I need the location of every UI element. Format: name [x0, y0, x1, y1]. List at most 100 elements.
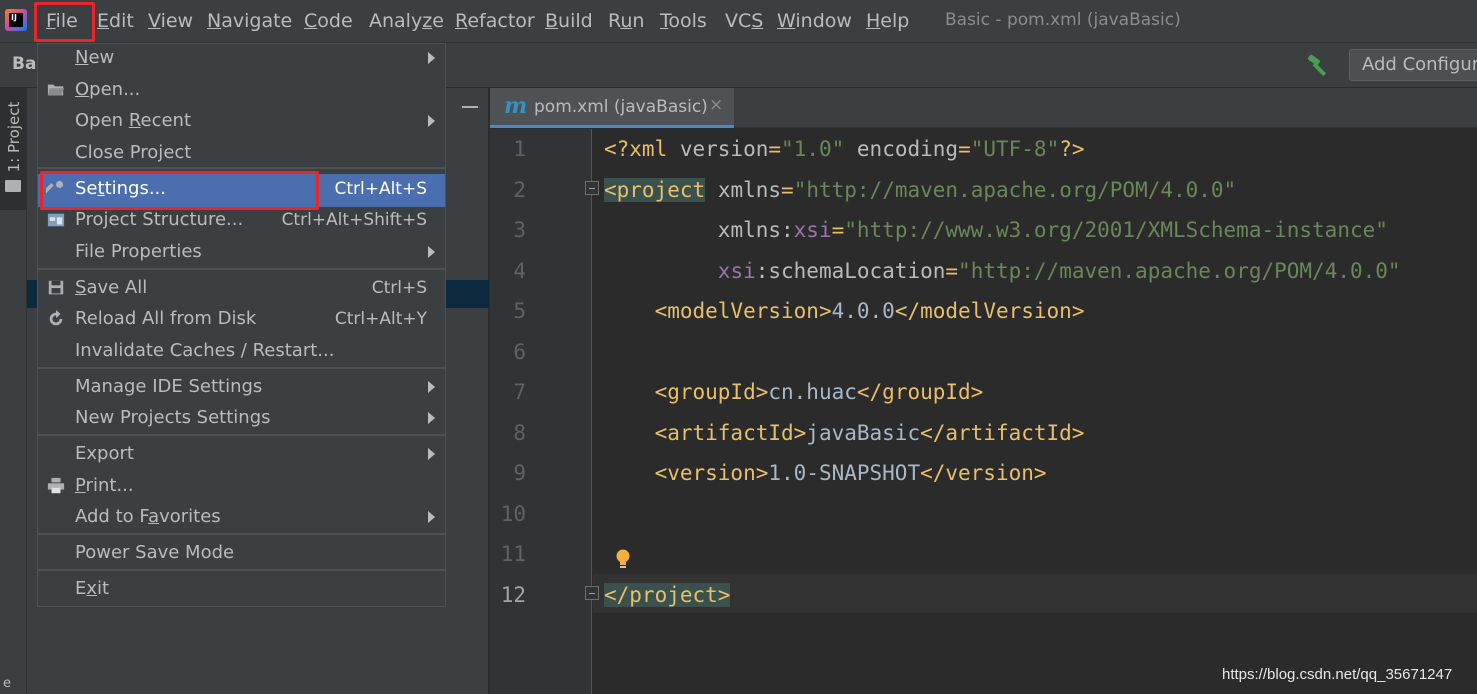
- menu-analyze[interactable]: Analyze: [369, 10, 444, 32]
- mnemonic-letter: R: [455, 10, 468, 32]
- menu-item-open[interactable]: Open...: [38, 75, 445, 106]
- mnemonic-letter: z: [422, 10, 433, 32]
- code-line[interactable]: <modelVersion>4.0.0</modelVersion>: [604, 299, 1085, 323]
- line-number: 12: [500, 582, 526, 607]
- menu-help[interactable]: Help: [866, 10, 909, 32]
- add-configuration-button[interactable]: Add Configuration...: [1349, 49, 1477, 81]
- hammer-icon[interactable]: [1306, 54, 1332, 76]
- label-part: indow: [795, 10, 852, 32]
- menu-item-reload-all-from-disk[interactable]: Reload All from Disk Ctrl+Alt+Y: [38, 304, 445, 335]
- mnemonic-letter: B: [545, 10, 559, 32]
- code-token: =: [831, 218, 845, 242]
- label-part: pen...: [89, 79, 141, 100]
- code-token: "http://maven.apache.org/POM/4.0.0": [793, 177, 1237, 202]
- label-part: n: [632, 10, 645, 32]
- menu-item-label: New Projects Settings: [75, 407, 271, 428]
- tab-pom-xml[interactable]: m pom.xml (javaBasic) ×: [490, 88, 734, 128]
- menu-item-label: Add to Favorites: [75, 506, 221, 527]
- project-tab-label[interactable]: 1: Project: [5, 87, 23, 187]
- code-token: =: [945, 258, 959, 283]
- intellij-logo-icon[interactable]: IJ: [5, 9, 27, 31]
- label-part: iew: [160, 10, 194, 32]
- menu-item-file-properties[interactable]: File Properties: [38, 237, 445, 268]
- menu-item-power-save-mode[interactable]: Power Save Mode: [38, 538, 445, 569]
- menu-item-export[interactable]: Export: [38, 439, 445, 470]
- label-part: ode: [317, 10, 353, 32]
- menu-window[interactable]: Window: [777, 10, 852, 32]
- code-line[interactable]: </project>: [604, 582, 731, 607]
- label-part: R: [608, 10, 621, 32]
- mnemonic-letter: N: [75, 47, 89, 68]
- code-line[interactable]: <artifactId>javaBasic</artifactId>: [604, 420, 1085, 445]
- label-part: Export: [75, 443, 134, 464]
- menu-separator: [38, 434, 445, 436]
- line-number: 10: [500, 501, 526, 526]
- line-number: 7: [513, 380, 526, 404]
- submenu-arrow-icon: [428, 412, 435, 424]
- menu-vcs[interactable]: VCS: [725, 10, 763, 32]
- watermark-text: https://blog.csdn.net/qq_35671247: [1222, 666, 1453, 683]
- menu-run[interactable]: Run: [608, 10, 644, 32]
- menu-item-close-project[interactable]: Close Project: [38, 138, 445, 169]
- file-menu-highlight-box: [34, 2, 95, 42]
- code-line[interactable]: <?xml version="1.0" encoding="UTF-8"?>: [604, 137, 1085, 161]
- menu-item-label: Exit: [75, 578, 109, 599]
- fold-marker-icon[interactable]: [585, 181, 599, 195]
- code-token: encoding: [856, 137, 959, 161]
- logo-text: IJ: [9, 13, 23, 27]
- menu-item-label: Open Recent: [75, 110, 191, 131]
- line-number: 5: [513, 299, 526, 323]
- menu-item-invalidate-caches-restart[interactable]: Invalidate Caches / Restart...: [38, 336, 445, 367]
- menu-refactor[interactable]: Refactor: [455, 10, 535, 32]
- menu-navigate[interactable]: Navigate: [207, 10, 292, 32]
- menu-item-open-recent[interactable]: Open Recent: [38, 106, 445, 137]
- menu-edit[interactable]: Edit: [97, 10, 134, 32]
- code-line[interactable]: <project xmlns="http://maven.apache.org/…: [604, 177, 1237, 202]
- menu-item-print[interactable]: Print...: [38, 471, 445, 502]
- label-part: ools: [668, 10, 707, 32]
- code-line[interactable]: <version>1.0-SNAPSHOT</version>: [604, 461, 1047, 485]
- label-part: e: [432, 10, 444, 32]
- mnemonic-letter: H: [866, 10, 881, 32]
- code-token: javaBasic: [806, 420, 921, 445]
- code-token: </project>: [604, 582, 731, 607]
- minimize-icon[interactable]: [462, 106, 478, 108]
- menu-code[interactable]: Code: [304, 10, 353, 32]
- code-line[interactable]: xsi:schemaLocation="http://maven.apache.…: [604, 259, 1401, 283]
- menu-item-exit[interactable]: Exit: [38, 574, 445, 605]
- menu-item-label: Power Save Mode: [75, 542, 234, 563]
- menu-tools[interactable]: Tools: [660, 10, 707, 32]
- code-line[interactable]: xmlns:xsi="http://www.w3.org/2001/XMLSch…: [604, 218, 1388, 242]
- mnemonic-letter: a: [148, 506, 160, 527]
- code-token: 1.0-SNAPSHOT: [768, 461, 921, 485]
- mnemonic-letter: W: [777, 10, 796, 32]
- code-token: ?>: [1059, 137, 1085, 161]
- label-part: ecent: [140, 110, 192, 131]
- menu-item-manage-ide-settings[interactable]: Manage IDE Settings: [38, 372, 445, 403]
- code-line[interactable]: <groupId>cn.huac</groupId>: [604, 380, 984, 404]
- menu-item-new[interactable]: New: [38, 43, 445, 74]
- settings-highlight-box: [40, 171, 319, 210]
- menu-view[interactable]: View: [148, 10, 193, 32]
- label-part: rint...: [85, 475, 134, 496]
- menu-item-add-to-favorites[interactable]: Add to Favorites: [38, 502, 445, 533]
- menu-item-new-projects-settings[interactable]: New Projects Settings: [38, 403, 445, 434]
- menu-item-save-all[interactable]: Save All Ctrl+S: [38, 273, 445, 304]
- line-number: 9: [513, 461, 526, 485]
- menu-separator: [38, 268, 445, 270]
- label-part: Add to F: [75, 506, 149, 527]
- label-part: ave All: [86, 277, 148, 298]
- submenu-arrow-icon: [428, 246, 435, 258]
- bottom-tool-tab-label[interactable]: e: [3, 676, 11, 691]
- fold-marker-icon[interactable]: [585, 586, 599, 600]
- submenu-arrow-icon: [428, 511, 435, 523]
- label-part: Power Save Mode: [75, 542, 235, 563]
- lightbulb-icon[interactable]: [615, 549, 631, 571]
- code-token: <version>: [654, 461, 769, 485]
- menu-build[interactable]: Build: [545, 10, 593, 32]
- close-tab-icon[interactable]: ×: [709, 95, 723, 115]
- code-token: version: [679, 137, 769, 161]
- code-token: :schemaLocation: [755, 258, 946, 283]
